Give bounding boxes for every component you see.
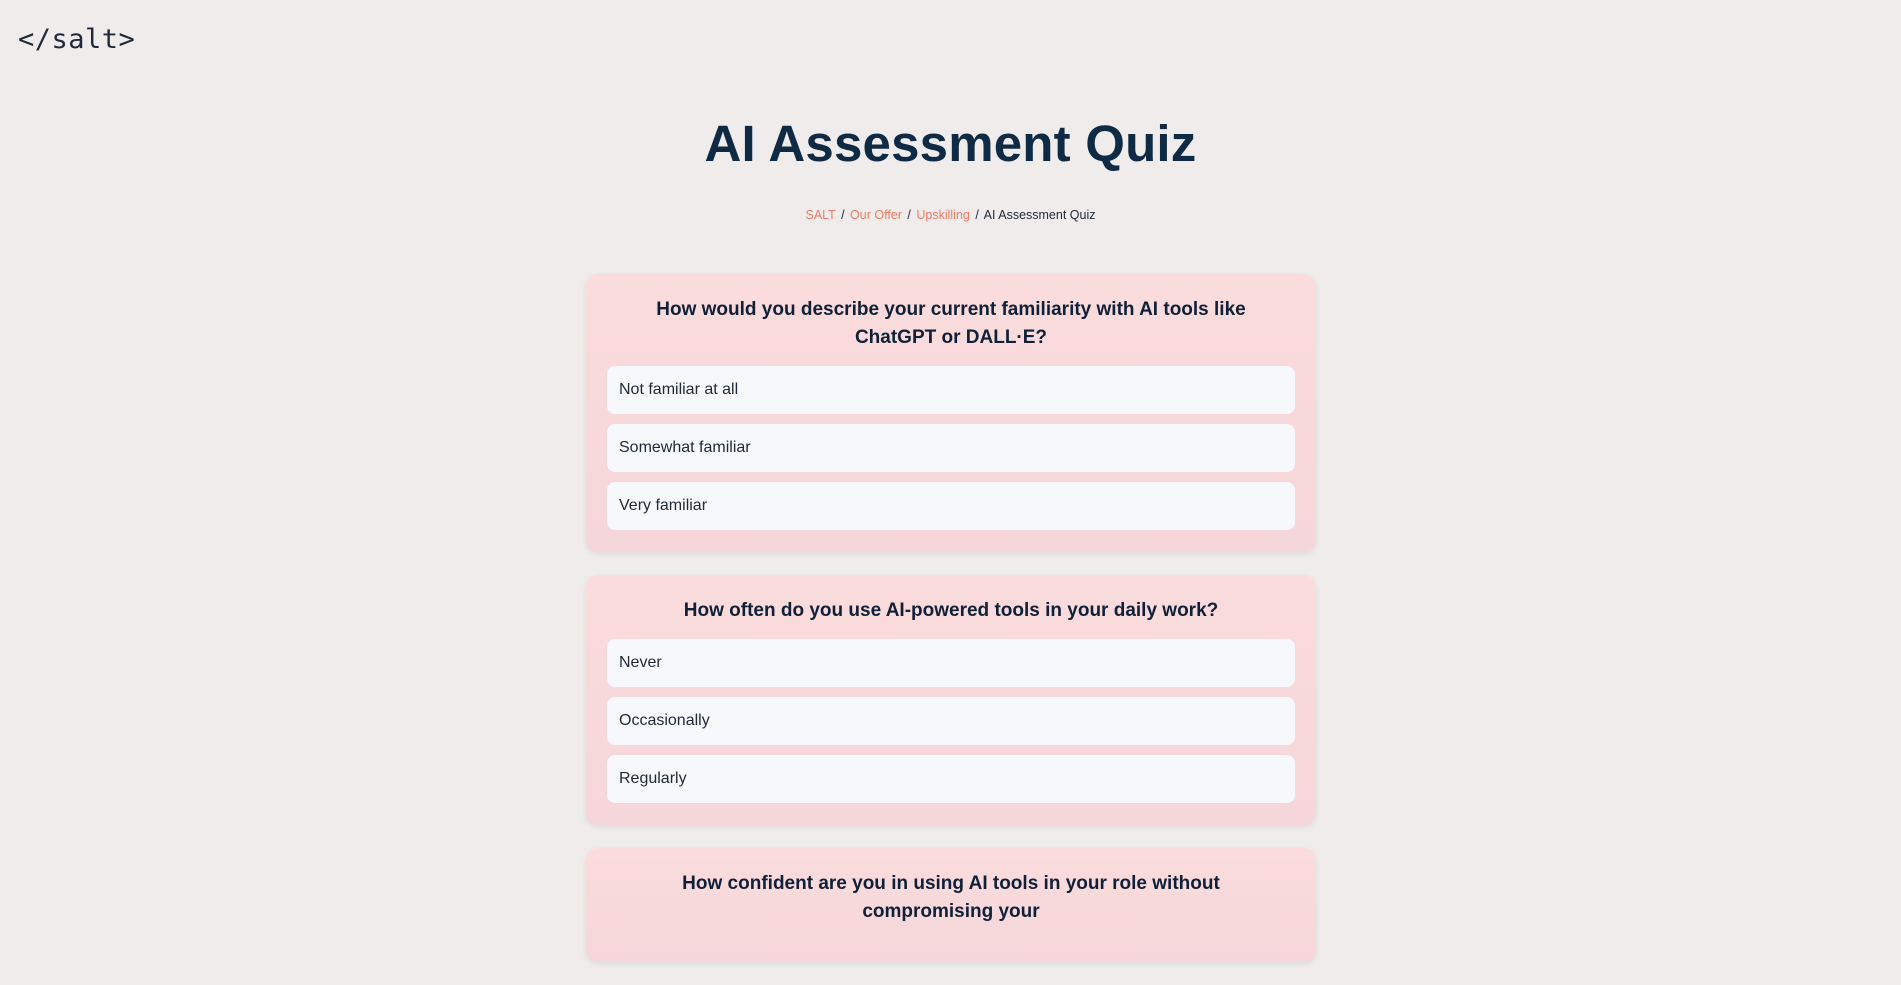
question-card: How confident are you in using AI tools … (586, 848, 1316, 962)
question-card: How often do you use AI-powered tools in… (586, 575, 1316, 825)
answer-option-not-familiar[interactable]: Not familiar at all (607, 366, 1295, 414)
quiz-container: How would you describe your current fami… (586, 274, 1316, 985)
answer-option-somewhat-familiar[interactable]: Somewhat familiar (607, 424, 1295, 472)
question-text: How confident are you in using AI tools … (682, 873, 1220, 922)
question-text: How often do you use AI-powered tools in… (683, 600, 1219, 621)
answer-option-very-familiar[interactable]: Very familiar (607, 482, 1295, 530)
page-title: AI Assessment Quiz (704, 115, 1197, 172)
breadcrumb-link-our-offer[interactable]: Our Offer (850, 208, 902, 222)
breadcrumb-separator: / (841, 208, 845, 222)
salt-logo[interactable]: </salt> (18, 24, 135, 55)
breadcrumb-link-upskilling[interactable]: Upskilling (916, 208, 970, 222)
answer-option-regularly[interactable]: Regularly (607, 755, 1295, 803)
question-card: How would you describe your current fami… (586, 274, 1316, 552)
answer-option-occasionally[interactable]: Occasionally (607, 697, 1295, 745)
answer-option-never[interactable]: Never (607, 639, 1295, 687)
breadcrumb-separator: / (907, 208, 911, 222)
breadcrumb-current: AI Assessment Quiz (983, 208, 1096, 222)
question-text: How would you describe your current fami… (656, 299, 1246, 348)
breadcrumb-separator: / (975, 208, 979, 222)
breadcrumb: SALT / Our Offer / Upskilling / AI Asses… (0, 208, 1901, 222)
breadcrumb-link-salt[interactable]: SALT (805, 208, 835, 222)
